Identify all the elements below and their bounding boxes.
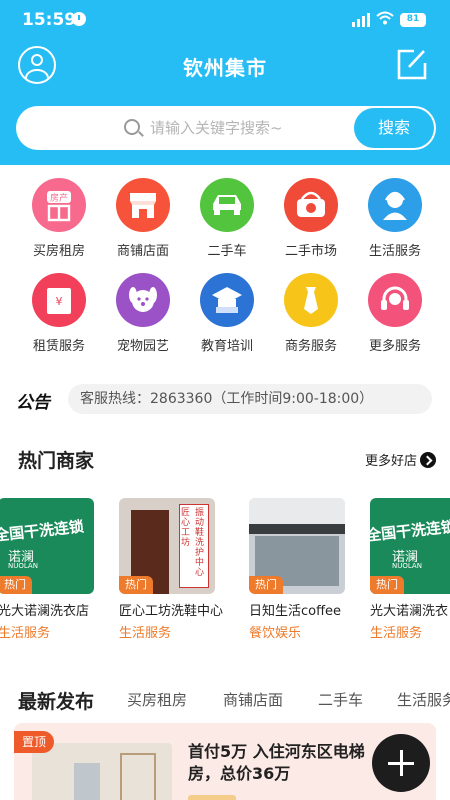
hot-tag: 热门 — [0, 576, 32, 594]
notice-bar: 公告 客服热线：2863360（工作时间9:00-18:00） — [0, 370, 450, 428]
post-image — [32, 743, 172, 800]
shop-category: 生活服务 — [119, 626, 172, 641]
shop-brand-en: NUOLAN — [392, 562, 422, 570]
category-rental[interactable]: ¥ 租赁服务 — [19, 273, 99, 354]
shop-image: 匠心工坊 振动鞋洗护中心 热门 — [119, 498, 215, 594]
car-icon — [200, 178, 254, 232]
more-shops-label: 更多好店 — [364, 454, 417, 469]
shop-sign: 匠心工坊 — [181, 508, 191, 548]
shop-sign-2: 振动鞋洗护中心 — [195, 508, 205, 578]
hot-tag: 热门 — [249, 576, 283, 594]
category-life-service[interactable]: 生活服务 — [355, 178, 435, 259]
category-label: 商铺店面 — [116, 244, 169, 259]
category-label: 生活服务 — [368, 244, 421, 259]
category-label: 更多服务 — [368, 339, 421, 354]
hot-tag: 热门 — [119, 576, 153, 594]
edit-post-button[interactable] — [396, 47, 428, 81]
category-label: 教育培训 — [200, 339, 253, 354]
shop-card[interactable]: 热门 日知生活coffee 餐饮娱乐 — [249, 498, 357, 641]
shop-card[interactable]: 全国干洗连锁 诺澜 NUOLAN 热门 光大诺澜洗衣 生活服务 — [370, 498, 450, 641]
battery-icon: 81 — [400, 13, 426, 27]
category-business[interactable]: 商务服务 — [271, 273, 351, 354]
category-education[interactable]: 教育培训 — [187, 273, 267, 354]
shop-image: 全国干洗连锁 诺澜 NUOLAN 热门 — [0, 498, 94, 594]
category-label: 商务服务 — [284, 339, 337, 354]
alarm-clock-icon — [72, 12, 86, 26]
headset-icon — [368, 273, 422, 327]
status-bar: 15:59 81 — [0, 0, 450, 40]
page-title: 钦州集市 — [183, 56, 267, 80]
category-label: 二手市场 — [284, 244, 337, 259]
category-second-hand[interactable]: 二手市场 — [271, 178, 351, 259]
shop-card[interactable]: 匠心工坊 振动鞋洗护中心 热门 匠心工坊洗鞋中心 生活服务 — [119, 498, 227, 641]
necktie-icon — [284, 273, 338, 327]
house-icon: 房产 — [32, 178, 86, 232]
category-label: 租赁服务 — [32, 339, 85, 354]
shop-image: 全国干洗连锁 诺澜 NUOLAN 热门 — [370, 498, 450, 594]
status-time: 15:59 — [22, 10, 77, 30]
shop-name: 匠心工坊洗鞋中心 — [119, 604, 223, 619]
wifi-icon — [376, 11, 394, 29]
cell-signal-icon — [352, 13, 370, 27]
pinned-tag: 置顶 — [14, 731, 55, 753]
search-button[interactable]: 搜索 — [354, 108, 434, 148]
svg-text:¥: ¥ — [56, 295, 63, 308]
notice-logo: 公告 — [16, 393, 50, 413]
add-post-fab[interactable] — [372, 734, 430, 792]
category-label: 二手车 — [207, 244, 247, 259]
tab-used-car[interactable]: 二手车 — [318, 689, 363, 710]
category-grid: 房产 买房租房 商铺店面 二手车 二手市场 生活服务 ¥ 租赁服务 宠物园艺 教… — [0, 165, 450, 370]
shop-card[interactable]: 全国干洗连锁 诺澜 NUOLAN 热门 光大诺澜洗衣店 生活服务 — [0, 498, 106, 641]
title-bar: 钦州集市 — [0, 42, 450, 88]
svg-text:房产: 房产 — [50, 192, 68, 204]
storefront-icon — [116, 178, 170, 232]
edit-icon — [397, 49, 427, 80]
hot-tag: 热门 — [370, 576, 404, 594]
shop-name: 光大诺澜洗衣店 — [0, 604, 90, 619]
shop-category: 生活服务 — [0, 626, 51, 641]
graduation-cap-icon — [200, 273, 254, 327]
shop-name: 光大诺澜洗衣 — [370, 604, 449, 619]
shop-sign: 全国干洗连锁 — [370, 517, 450, 545]
section-title: 热门商家 — [18, 450, 95, 472]
notice-text[interactable]: 客服热线：2863360（工作时间9:00-18:00） — [68, 384, 432, 414]
app-header: 15:59 81 钦州集市 搜索 — [0, 0, 450, 165]
search-icon — [124, 119, 140, 135]
post-title: 首付5万 入住河东区电梯房，总价36万 — [188, 742, 365, 783]
search-input[interactable] — [150, 112, 350, 144]
shop-category: 生活服务 — [370, 626, 423, 641]
category-label: 买房租房 — [32, 244, 85, 259]
category-pet-garden[interactable]: 宠物园艺 — [103, 273, 183, 354]
category-used-car[interactable]: 二手车 — [187, 178, 267, 259]
category-more-services[interactable]: 更多服务 — [355, 273, 435, 354]
hot-merchants-section: 热门商家 更多好店 全国干洗连锁 诺澜 NUOLAN 热门 光大诺澜洗衣店 生活… — [0, 428, 450, 673]
post-badge — [188, 795, 236, 800]
service-person-icon — [368, 178, 422, 232]
rental-receipt-icon: ¥ — [32, 273, 86, 327]
more-shops-link[interactable]: 更多好店 — [365, 450, 436, 469]
category-house[interactable]: 房产 买房租房 — [19, 178, 99, 259]
basket-icon — [284, 178, 338, 232]
chevron-right-icon — [420, 452, 436, 468]
shop-category: 餐饮娱乐 — [249, 626, 302, 641]
shop-brand-en: NUOLAN — [8, 562, 38, 570]
shop-name: 日知生活coffee — [249, 604, 342, 619]
category-shop[interactable]: 商铺店面 — [103, 178, 183, 259]
dog-icon — [116, 273, 170, 327]
shop-image: 热门 — [249, 498, 345, 594]
search-bar: 搜索 — [16, 106, 436, 150]
tab-life-service[interactable]: 生活服务 — [397, 689, 450, 710]
shop-sign: 全国干洗连锁 — [0, 517, 85, 545]
tab-shop[interactable]: 商铺店面 — [223, 689, 283, 710]
tab-house[interactable]: 买房租房 — [127, 689, 187, 710]
category-label: 宠物园艺 — [116, 339, 169, 354]
section-title[interactable]: 最新发布 — [18, 687, 94, 714]
